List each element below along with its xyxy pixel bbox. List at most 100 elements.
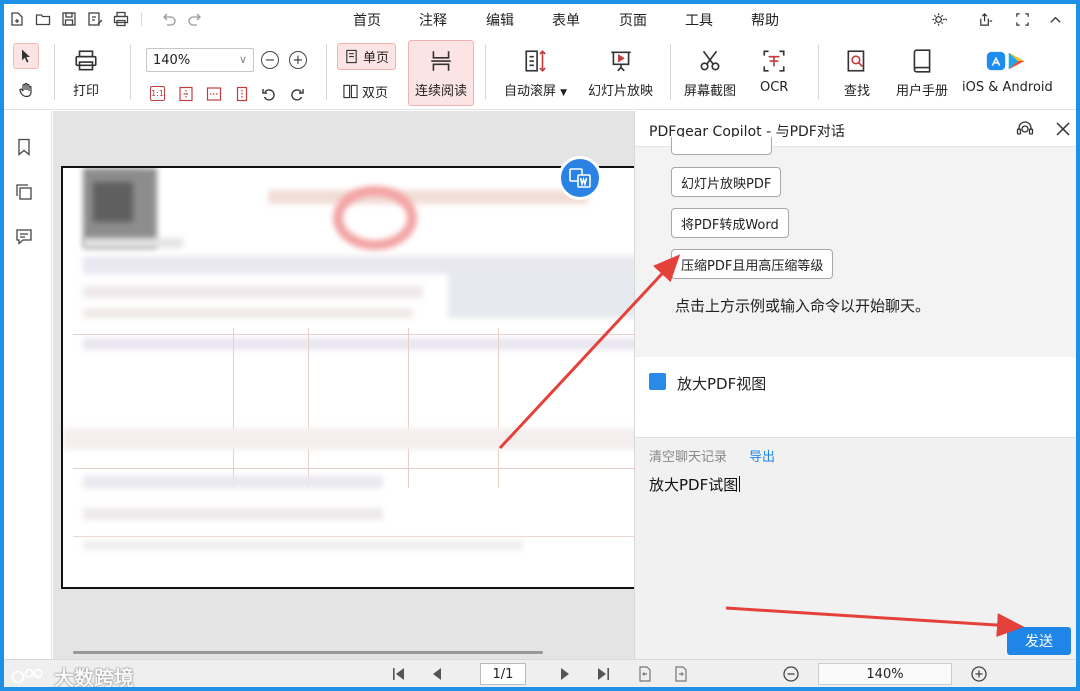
suggestion-compress[interactable]: 压缩PDF且用高压缩等级 <box>671 249 834 279</box>
convert-to-word-floating-button[interactable] <box>558 156 602 200</box>
single-page-label: 单页 <box>363 51 390 66</box>
table-line <box>73 536 634 537</box>
menu-tools[interactable]: 工具 <box>685 10 713 30</box>
menu-edit[interactable]: 编辑 <box>486 10 514 30</box>
chat-input[interactable]: 放大PDF试图 <box>649 474 741 495</box>
previous-view-icon[interactable] <box>636 665 654 683</box>
suggestion-partial[interactable] <box>671 137 772 155</box>
divider <box>485 44 486 100</box>
word-convert-icon <box>569 168 591 188</box>
save-icon[interactable] <box>60 10 78 28</box>
chat-input-area[interactable]: 清空聊天记录 导出 放大PDF试图 发送 <box>635 437 1076 659</box>
fit-page-icon[interactable] <box>178 86 194 102</box>
zoom-in-status-icon[interactable] <box>970 665 988 683</box>
rotate-right-icon[interactable] <box>289 86 305 102</box>
zoom-in-icon[interactable]: + <box>289 51 307 69</box>
text-caret <box>739 476 741 492</box>
new-file-icon[interactable] <box>8 10 26 28</box>
menu-annotate[interactable]: 注释 <box>419 10 447 30</box>
zoom-select[interactable]: 140% ∨ <box>146 48 254 72</box>
thumbnails-icon[interactable] <box>14 182 34 202</box>
fit-width-icon[interactable] <box>206 86 222 102</box>
single-page-button[interactable]: 单页 <box>337 43 397 70</box>
undo-icon[interactable] <box>160 10 178 28</box>
select-tool-icon[interactable] <box>13 43 39 69</box>
menu-home[interactable]: 首页 <box>345 10 389 36</box>
blurred-row <box>83 540 523 550</box>
double-page-icon <box>343 84 358 99</box>
ribbon-toolbar: 打印 140% ∨ − + 1:1 单页 双页 连续阅读 自动滚屏 ▼ 幻灯片放… <box>4 34 1076 110</box>
zoom-out-status-icon[interactable] <box>782 665 800 683</box>
status-bar: 大数跨境 1/1 140% <box>4 659 1076 687</box>
table-line <box>408 328 409 488</box>
table-line <box>308 328 309 488</box>
save-as-icon[interactable] <box>86 10 104 28</box>
redo-icon[interactable] <box>186 10 204 28</box>
document-viewer[interactable] <box>53 111 634 659</box>
theme-sun-icon[interactable] <box>924 10 954 28</box>
bookmark-icon[interactable] <box>14 137 34 157</box>
find-button[interactable]: 查找 <box>844 48 870 99</box>
open-folder-icon[interactable] <box>34 10 52 28</box>
comments-icon[interactable] <box>14 227 34 247</box>
first-page-icon[interactable] <box>390 665 408 683</box>
user-manual-button[interactable]: 用户手册 <box>896 48 948 99</box>
last-page-icon[interactable] <box>594 665 612 683</box>
blurred-row <box>83 338 634 350</box>
ocr-button[interactable]: OCR <box>760 48 788 95</box>
suggestion-pdf-to-word[interactable]: 将PDF转成Word <box>671 208 789 238</box>
user-avatar <box>649 373 666 390</box>
table-line <box>73 334 634 335</box>
mobile-apps-label: iOS & Android <box>962 80 1053 95</box>
next-view-icon[interactable] <box>672 665 690 683</box>
hand-tool-icon[interactable] <box>13 77 39 103</box>
rotate-left-icon[interactable] <box>261 86 277 102</box>
fit-height-icon[interactable] <box>234 86 250 102</box>
double-page-label: 双页 <box>362 86 389 101</box>
page-number-input[interactable]: 1/1 <box>480 663 526 685</box>
clear-history-link[interactable]: 清空聊天记录 <box>649 446 727 465</box>
continuous-read-label: 连续阅读 <box>414 83 467 99</box>
mobile-apps-button[interactable]: iOS & Android <box>962 48 1053 95</box>
divider <box>54 44 55 100</box>
suggestion-slideshow[interactable]: 幻灯片放映PDF <box>671 167 782 197</box>
watermark-logo-icon <box>11 668 43 683</box>
table-line <box>73 468 634 469</box>
screenshot-button[interactable]: 屏幕截图 <box>684 48 736 99</box>
horizontal-scrollbar[interactable] <box>73 651 543 654</box>
autoscroll-label: 自动滚屏 ▼ <box>504 84 568 99</box>
export-link[interactable]: 导出 <box>749 446 775 465</box>
search-icon <box>847 50 865 72</box>
print-label: 打印 <box>73 84 100 99</box>
print-button[interactable]: 打印 <box>73 48 99 99</box>
autoscroll-icon <box>524 50 546 72</box>
find-label: 查找 <box>844 84 871 99</box>
send-button[interactable]: 发送 <box>1007 627 1071 655</box>
double-page-button[interactable]: 双页 <box>337 79 394 104</box>
continuous-read-button[interactable]: 连续阅读 <box>408 40 474 106</box>
divider <box>818 44 819 100</box>
close-icon[interactable] <box>1053 119 1073 139</box>
table-line <box>233 328 234 488</box>
zoom-value: 140% <box>153 52 191 68</box>
actual-size-icon[interactable]: 1:1 <box>150 86 165 101</box>
menu-help[interactable]: 帮助 <box>751 10 779 30</box>
collapse-ribbon-icon[interactable] <box>1045 10 1065 28</box>
menu-form[interactable]: 表单 <box>552 10 580 30</box>
autoscroll-button[interactable]: 自动滚屏 ▼ <box>504 48 567 99</box>
single-page-icon <box>346 49 357 64</box>
zoom-level[interactable]: 140% <box>818 663 952 685</box>
blurred-row <box>83 476 383 488</box>
copilot-panel: PDFgear Copilot - 与PDF对话 幻灯片放映PDF 将PDF转成… <box>634 111 1076 659</box>
support-headset-icon[interactable] <box>1015 119 1035 139</box>
user-message-text: 放大PDF视图 <box>677 375 767 393</box>
slideshow-button[interactable]: 幻灯片放映 <box>588 48 653 99</box>
next-page-icon[interactable] <box>556 665 574 683</box>
left-sidebar <box>4 111 52 659</box>
menu-page[interactable]: 页面 <box>619 10 647 30</box>
share-icon[interactable] <box>972 10 998 28</box>
print-quick-icon[interactable] <box>112 10 130 28</box>
zoom-out-icon[interactable]: − <box>261 51 279 69</box>
previous-page-icon[interactable] <box>428 665 446 683</box>
fullscreen-icon[interactable] <box>1012 10 1032 28</box>
